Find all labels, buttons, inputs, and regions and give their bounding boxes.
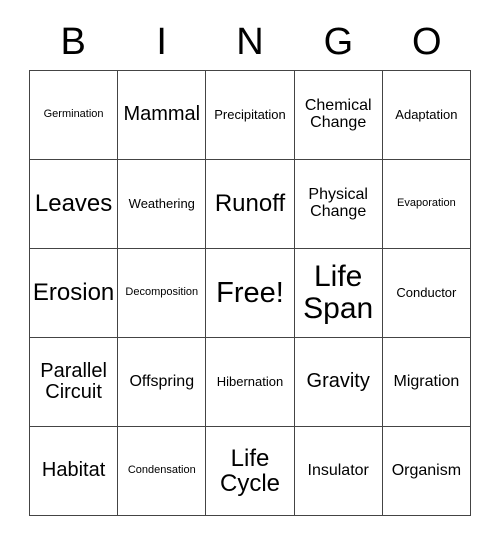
bingo-cell-label: Life Span xyxy=(303,260,374,325)
bingo-cell-label: Adaptation xyxy=(395,107,458,123)
bingo-cell[interactable]: Migration xyxy=(382,338,471,427)
bingo-cell[interactable]: Conductor xyxy=(382,249,471,338)
bingo-cell[interactable]: Weathering xyxy=(118,160,207,249)
bingo-cell[interactable]: Mammal xyxy=(118,71,207,160)
bingo-cell[interactable]: Offspring xyxy=(118,338,207,427)
bingo-header-letter-o: O xyxy=(412,21,442,63)
bingo-cell-label: Mammal xyxy=(123,103,201,126)
bingo-header-letter-b: B xyxy=(60,21,86,63)
bingo-header-letter-i: I xyxy=(156,21,167,63)
bingo-cell-label: Habitat xyxy=(41,459,106,482)
bingo-header: B I N G O xyxy=(29,14,471,70)
bingo-cell[interactable]: Adaptation xyxy=(382,71,471,160)
bingo-cell-label: Decomposition xyxy=(125,286,199,299)
bingo-cell-label: Germination xyxy=(43,108,104,121)
bingo-cell-label: Precipitation xyxy=(214,107,286,123)
bingo-cell[interactable]: Organism xyxy=(382,427,471,516)
bingo-cell-label: Chemical Change xyxy=(304,97,372,131)
bingo-cell[interactable]: Leaves xyxy=(30,160,119,249)
bingo-cell[interactable]: Precipitation xyxy=(206,71,295,160)
bingo-card: B I N G O Germination Mammal Precipitation… xyxy=(29,14,471,516)
bingo-cell[interactable]: Chemical Change xyxy=(294,71,383,160)
bingo-cell-label: Gravity xyxy=(306,370,370,393)
bingo-cell-label: Erosion xyxy=(32,279,115,307)
bingo-cell[interactable]: Decomposition xyxy=(118,249,207,338)
bingo-cell-label: Physical Change xyxy=(308,186,368,220)
bingo-cell-label: Weathering xyxy=(128,196,195,212)
bingo-cell[interactable]: Parallel Circuit xyxy=(30,338,119,427)
bingo-cell-label: Conductor xyxy=(396,285,457,301)
bingo-cell[interactable]: Life Cycle xyxy=(206,427,295,516)
bingo-cell[interactable]: Insulator xyxy=(294,427,383,516)
bingo-cell-label: Offspring xyxy=(129,372,195,390)
bingo-header-letter-n: N xyxy=(236,21,264,63)
bingo-grid: Germination Mammal Precipitation Chemical C… xyxy=(29,70,471,516)
bingo-cell-label: Life Cycle xyxy=(219,444,280,497)
bingo-cell[interactable]: Habitat xyxy=(30,427,119,516)
bingo-cell-label: Organism xyxy=(391,461,462,479)
bingo-cell[interactable]: Gravity xyxy=(294,338,383,427)
bingo-cell-label: Runoff xyxy=(214,190,286,218)
bingo-cell-label: Migration xyxy=(393,372,460,390)
bingo-cell[interactable]: Runoff xyxy=(206,160,295,249)
bingo-cell[interactable]: Erosion xyxy=(30,249,119,338)
bingo-cell-label: Hibernation xyxy=(216,374,284,390)
bingo-cell-label: Condensation xyxy=(127,464,196,477)
bingo-cell-label: Parallel Circuit xyxy=(40,359,107,403)
bingo-cell-label: Insulator xyxy=(307,461,369,479)
bingo-header-letter-g: G xyxy=(323,21,354,63)
bingo-cell[interactable]: Germination xyxy=(30,71,119,160)
bingo-cell[interactable]: Condensation xyxy=(118,427,207,516)
bingo-cell[interactable]: Life Span xyxy=(294,249,383,338)
bingo-cell-label: Evaporation xyxy=(397,197,456,210)
bingo-cell-label: Leaves xyxy=(34,190,113,218)
bingo-cell[interactable]: Evaporation xyxy=(382,160,471,249)
bingo-cell-free[interactable]: Free! xyxy=(206,249,295,338)
bingo-cell-label: Free! xyxy=(216,276,284,309)
bingo-cell[interactable]: Physical Change xyxy=(294,160,383,249)
bingo-cell[interactable]: Hibernation xyxy=(206,338,295,427)
